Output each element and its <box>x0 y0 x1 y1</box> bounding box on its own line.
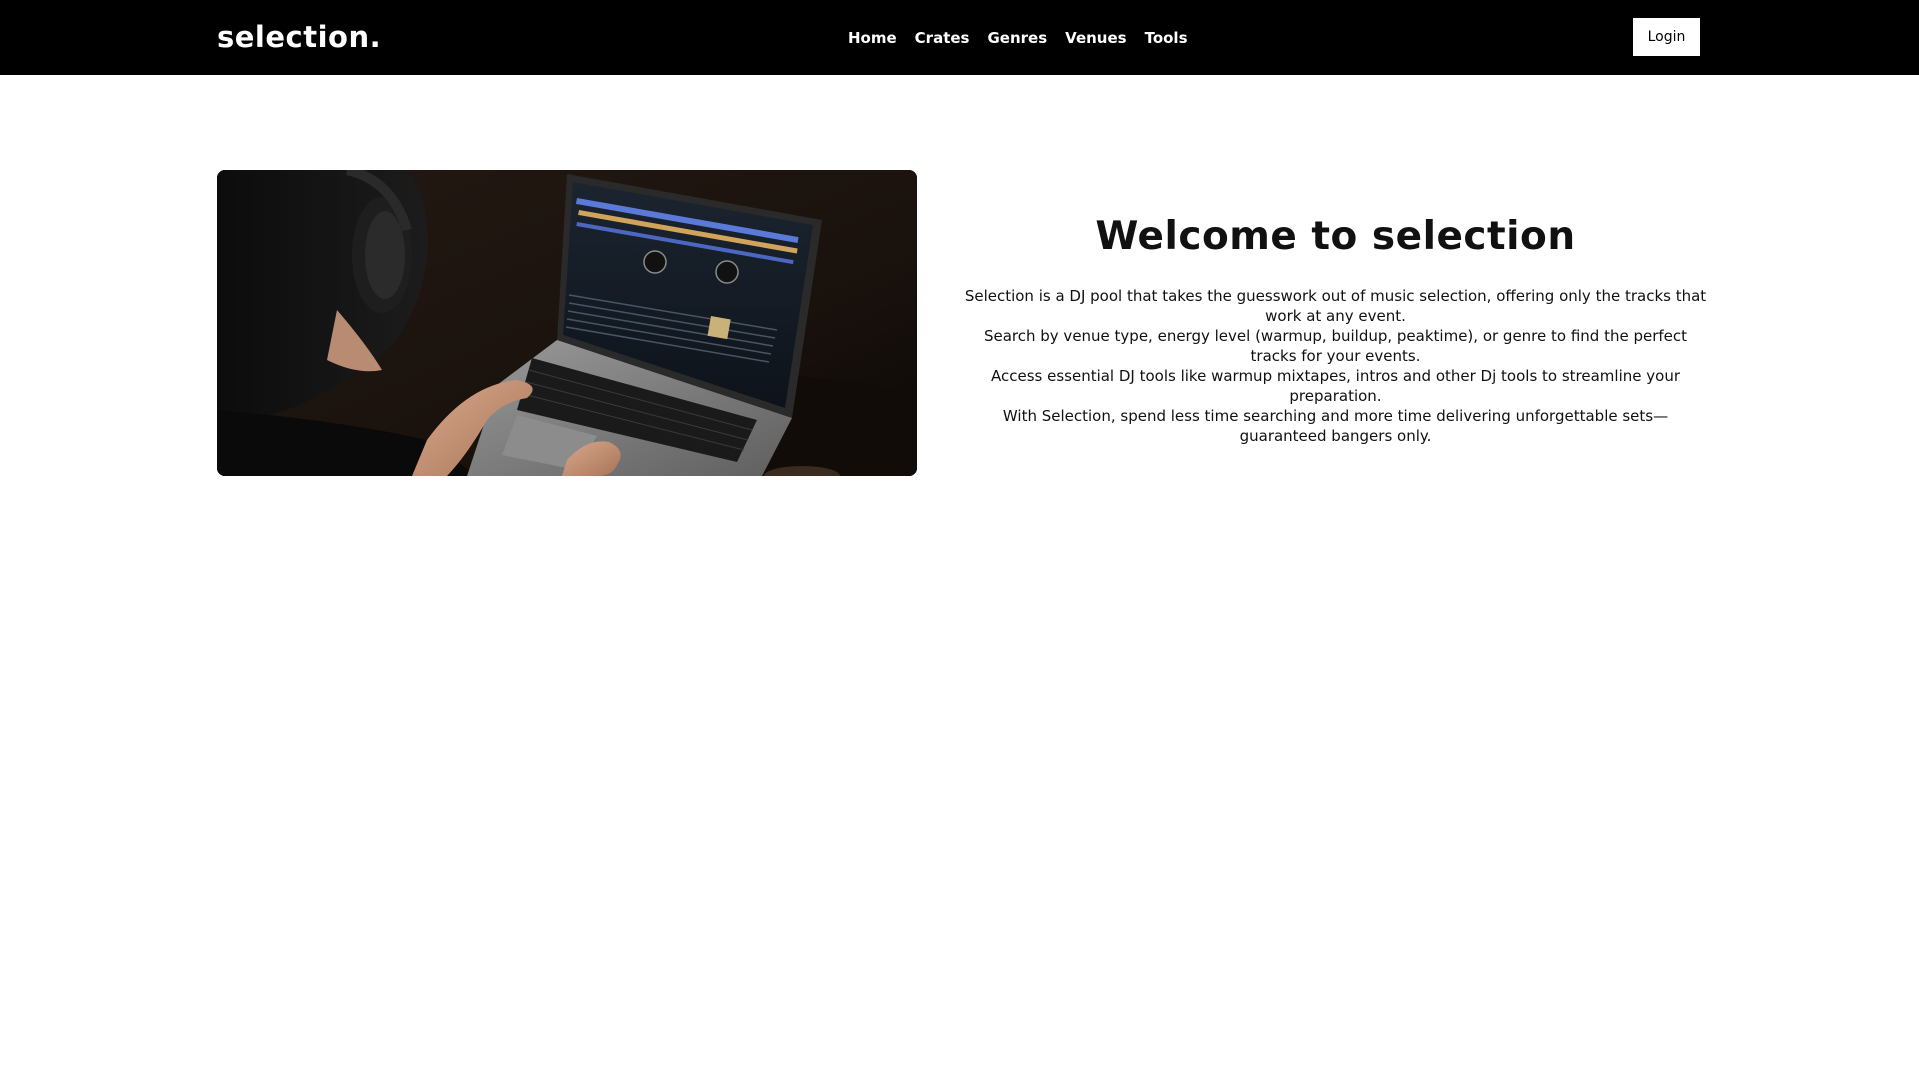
hero-paragraph: Search by venue type, energy level (warm… <box>983 327 1688 365</box>
login-button[interactable]: Login <box>1633 18 1700 56</box>
nav-link-home[interactable]: Home <box>848 26 897 50</box>
nav-link-venues[interactable]: Venues <box>1065 26 1126 50</box>
hero-paragraph: Access essential DJ tools like warmup mi… <box>990 367 1680 405</box>
hero-paragraph: With Selection, spend less time searchin… <box>1002 407 1669 445</box>
hero-text: Welcome to selection Selection is a DJ p… <box>963 210 1708 446</box>
nav-link-genres[interactable]: Genres <box>987 26 1047 50</box>
nav-link-tools[interactable]: Tools <box>1145 26 1188 50</box>
top-navbar: selection. Home Crates Genres Venues Too… <box>0 0 1919 75</box>
hero-description: Selection is a DJ pool that takes the gu… <box>963 286 1708 446</box>
nav-link-crates[interactable]: Crates <box>915 26 970 50</box>
dj-laptop-photo-icon <box>217 170 917 476</box>
hero-paragraph: Selection is a DJ pool that takes the gu… <box>964 287 1707 325</box>
main-nav: Home Crates Genres Venues Tools <box>848 26 1188 50</box>
hero-title: Welcome to selection <box>1095 214 1576 259</box>
hero-image <box>217 170 917 476</box>
site-logo[interactable]: selection. <box>217 18 381 56</box>
